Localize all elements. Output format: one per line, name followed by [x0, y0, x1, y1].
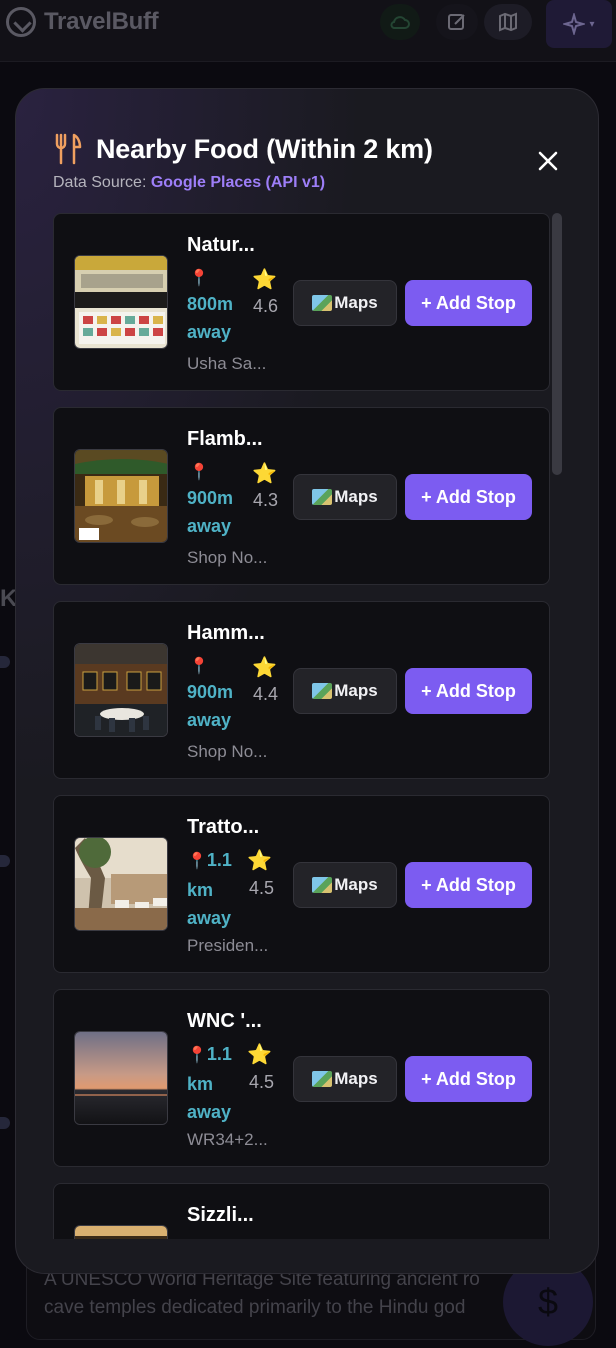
world-map-icon [312, 877, 333, 893]
list-scrollbar[interactable] [552, 213, 562, 475]
restaurant-address: Shop No... [187, 742, 268, 761]
restaurant-rating: 4.4 [253, 684, 279, 704]
restaurant-distance: 900m away [187, 488, 234, 536]
world-map-icon [312, 295, 333, 311]
restaurant-address: Presiden... [187, 936, 269, 955]
add-stop-button[interactable]: + Add Stop [405, 862, 532, 908]
chevron-down-icon: ▾ [589, 18, 595, 30]
cloud-icon [390, 16, 410, 29]
cloud-sync-button[interactable] [380, 4, 420, 40]
world-map-icon [312, 489, 333, 505]
world-map-icon [312, 1071, 333, 1087]
maps-label: Maps [334, 1069, 378, 1088]
star-icon: ⭐ [252, 463, 277, 485]
star-icon: ⭐ [252, 269, 277, 291]
maps-button[interactable]: Maps [293, 862, 397, 908]
location-pin-icon: 📍 [189, 464, 209, 481]
restaurant-rating: 4.3 [253, 490, 279, 510]
maps-label: Maps [334, 293, 378, 312]
maps-label: Maps [334, 487, 378, 506]
location-pin-icon: 📍 [189, 658, 209, 675]
sparkle-icon [563, 13, 586, 35]
restaurant-photo[interactable] [74, 449, 168, 543]
location-pin-icon: 📍 [189, 270, 209, 287]
restaurant-name[interactable]: WNC '... [187, 1010, 262, 1033]
restaurant-distance: 📍1.1 km away [187, 850, 232, 928]
add-stop-button[interactable]: + Add Stop [405, 1056, 532, 1102]
timeline-dot [0, 1117, 10, 1129]
location-pin-icon: 📍 [187, 1047, 207, 1064]
close-icon [538, 151, 558, 171]
timeline-dot [0, 656, 10, 668]
bg-heading-fragment: K [0, 585, 18, 612]
restaurant-card: WNC '... 📍1.1 km away ⭐ 4.5 WR34+2... Ma… [53, 989, 550, 1167]
modal-title: Nearby Food (Within 2 km) [54, 129, 433, 169]
restaurant-list[interactable]: Natur... 📍 800m away ⭐ 4.6 Usha Sa... Ma… [53, 213, 552, 1239]
nearby-food-modal: Nearby Food (Within 2 km) Data Source: G… [15, 88, 599, 1274]
maps-button[interactable]: Maps [293, 1056, 397, 1102]
data-source: Data Source: Google Places (API v1) [53, 174, 325, 192]
restaurant-card: Tratto... 📍1.1 km away ⭐ 4.5 Presiden...… [53, 795, 550, 973]
edit-button[interactable] [436, 4, 478, 40]
star-icon: ⭐ [247, 850, 272, 872]
restaurant-name[interactable]: Natur... [187, 234, 255, 257]
location-pin-icon: 📍 [187, 853, 207, 870]
restaurant-distance: 900m away [187, 682, 234, 730]
ai-menu-button[interactable]: ▾ [546, 0, 612, 48]
restaurant-photo[interactable] [74, 643, 168, 737]
restaurant-address: Usha Sa... [187, 354, 267, 373]
maps-button[interactable]: Maps [293, 280, 397, 326]
restaurant-name[interactable]: Flamb... [187, 428, 263, 451]
maps-label: Maps [334, 681, 378, 700]
fork-knife-icon [55, 133, 82, 165]
compass-logo-icon [6, 7, 36, 37]
modal-title-text: Nearby Food (Within 2 km) [96, 133, 433, 164]
edit-icon [448, 14, 465, 30]
maps-button[interactable]: Maps [293, 668, 397, 714]
restaurant-card: Flamb... 📍 900m away ⭐ 4.3 Shop No... Ma… [53, 407, 550, 585]
restaurant-rating: 4.6 [253, 296, 279, 316]
restaurant-address: Shop No... [187, 548, 268, 567]
restaurant-card: Sizzli... [53, 1183, 550, 1239]
maps-label: Maps [334, 875, 378, 894]
restaurant-rating: 4.5 [249, 878, 275, 898]
map-view-button[interactable] [484, 4, 532, 40]
restaurant-distance: 800m away [187, 294, 234, 342]
brand[interactable]: TravelBuff [6, 6, 159, 38]
data-source-value: Google Places (API v1) [150, 174, 326, 191]
add-stop-button[interactable]: + Add Stop [405, 280, 532, 326]
timeline-dot [0, 855, 10, 867]
restaurant-photo[interactable] [74, 1225, 168, 1239]
restaurant-name[interactable]: Sizzli... [187, 1204, 254, 1227]
restaurant-address: WR34+2... [187, 1130, 268, 1149]
star-icon: ⭐ [247, 1044, 272, 1066]
app-header: TravelBuff ▾ [0, 0, 616, 62]
restaurant-rating: 4.5 [249, 1072, 275, 1092]
restaurant-card: Natur... 📍 800m away ⭐ 4.6 Usha Sa... Ma… [53, 213, 550, 391]
maps-button[interactable]: Maps [293, 474, 397, 520]
add-stop-button[interactable]: + Add Stop [405, 668, 532, 714]
place-description: A UNESCO World Heritage Site featuring a… [44, 1269, 480, 1318]
map-icon [499, 12, 517, 32]
restaurant-name[interactable]: Hamm... [187, 622, 265, 645]
close-button[interactable] [534, 147, 562, 175]
world-map-icon [312, 683, 333, 699]
add-stop-button[interactable]: + Add Stop [405, 474, 532, 520]
restaurant-name[interactable]: Tratto... [187, 816, 259, 839]
restaurant-photo[interactable] [74, 255, 168, 349]
data-source-label: Data Source: [53, 174, 151, 191]
star-icon: ⭐ [252, 657, 277, 679]
restaurant-distance: 📍1.1 km away [187, 1044, 232, 1122]
restaurant-card: Hamm... 📍 900m away ⭐ 4.4 Shop No... Map… [53, 601, 550, 779]
dollar-icon: $ [537, 1281, 559, 1322]
restaurant-photo[interactable] [74, 1031, 168, 1125]
brand-name: TravelBuff [44, 8, 159, 35]
restaurant-photo[interactable] [74, 837, 168, 931]
